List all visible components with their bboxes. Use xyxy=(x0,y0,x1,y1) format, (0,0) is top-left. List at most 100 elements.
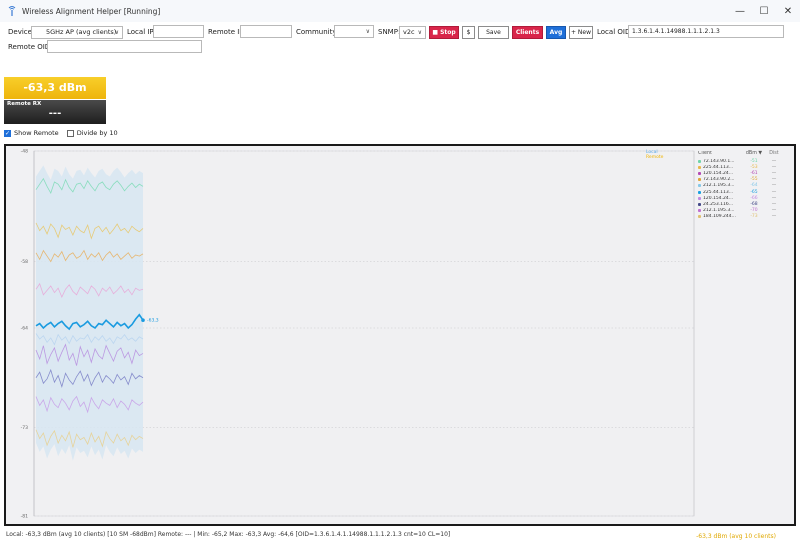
client-dbm: -73 xyxy=(750,214,758,220)
client-row[interactable]: 184.109.244... -73 — xyxy=(698,214,788,220)
divide-by-10-checkbox[interactable] xyxy=(66,129,74,137)
chevron-down-icon: ∨ xyxy=(114,29,119,36)
client-dist: — xyxy=(771,164,777,170)
client-name: 72.143.90.1... xyxy=(698,159,744,164)
client-dist: — xyxy=(771,177,777,183)
client-name: 120.154.24... xyxy=(698,196,744,201)
status-text: Local: -63,3 dBm (avg 10 clients) [10 SM… xyxy=(6,531,451,538)
local-signal-value: -63,3 dBm xyxy=(23,81,87,94)
remote-oid-label: Remote OID: xyxy=(8,43,53,51)
client-row[interactable]: 212.1.195.3... -70 — xyxy=(698,208,788,214)
signal-chart-plot: -48 -58 -64 -73 -81 -63,3 xyxy=(21,149,695,520)
client-address: 225.44.113... xyxy=(703,164,734,170)
client-address: 120.154.24... xyxy=(703,170,734,176)
client-dist: — xyxy=(771,208,777,214)
client-row[interactable]: 212.1.195.3... -64 — xyxy=(698,183,788,189)
community-select[interactable]: ∨ xyxy=(334,25,374,38)
range-envelope xyxy=(36,165,143,461)
client-name: 72.143.90.2... xyxy=(698,177,744,182)
remote-oid-input[interactable] xyxy=(47,40,202,53)
client-dbm: -66 xyxy=(750,195,758,201)
y-tick-label: -64 xyxy=(21,325,28,331)
minimize-button[interactable]: — xyxy=(728,0,752,22)
y-tick-label: -73 xyxy=(21,425,28,431)
client-dist: — xyxy=(771,170,777,176)
show-remote-checkbox[interactable]: ✓ xyxy=(4,129,11,137)
new-button[interactable]: + New xyxy=(569,26,593,39)
save-button[interactable]: Save xyxy=(478,26,509,39)
toolbar: Device: 5GHz AP (avg clients) ∨ Local IP… xyxy=(0,24,800,54)
client-name: 225.44.113... xyxy=(698,165,744,170)
client-address: 184.109.244... xyxy=(703,214,736,220)
client-dist: — xyxy=(771,158,777,164)
client-name: 120.154.24... xyxy=(698,171,744,176)
remote-ip-input[interactable] xyxy=(240,25,292,38)
client-row[interactable]: 24.253.116... -68 — xyxy=(698,201,788,207)
client-address: 24.253.116... xyxy=(703,201,734,207)
client-color-dot xyxy=(698,159,701,163)
avg-button[interactable]: Avg xyxy=(546,26,566,39)
clients-button[interactable]: Clients ◆ xyxy=(512,26,543,47)
window-title: Wireless Alignment Helper [Running] xyxy=(22,6,161,16)
local-oid-input[interactable]: 1.3.6.1.4.1.14988.1.1.1.2.1.3 xyxy=(628,25,784,38)
client-address: 72.143.90.1... xyxy=(703,158,735,164)
client-row[interactable]: 225.44.113... -53 — xyxy=(698,164,788,170)
client-address: 212.1.195.3... xyxy=(703,208,735,214)
local-signal-tile: -63,3 dBm xyxy=(4,77,106,99)
current-value-marker xyxy=(141,318,145,323)
client-address: 120.154.24... xyxy=(703,195,734,201)
remote-signal-value: --- xyxy=(48,108,62,119)
client-name: 212.1.195.3... xyxy=(698,208,744,213)
client-row[interactable]: 120.154.24... -66 — xyxy=(698,195,788,201)
clients-table-header: Client dBm ▼ Dist xyxy=(698,151,788,156)
dbm-column-header[interactable]: dBm ▼ xyxy=(744,151,764,156)
client-row[interactable]: 120.154.24... -61 — xyxy=(698,170,788,176)
client-address: 72.143.90.2... xyxy=(703,177,735,183)
remote-signal-tile: Remote RX --- xyxy=(4,100,106,124)
client-row[interactable]: 225.44.113... -65 — xyxy=(698,189,788,195)
client-row[interactable]: 72.143.90.2... -55 — xyxy=(698,177,788,183)
client-address: 225.44.113... xyxy=(703,189,734,195)
client-dbm: -51 xyxy=(750,158,758,164)
client-color-dot xyxy=(698,184,701,188)
close-button[interactable]: ✕ xyxy=(776,0,800,22)
maximize-button[interactable]: ☐ xyxy=(752,0,776,22)
device-select[interactable]: 5GHz AP (avg clients) ∨ xyxy=(31,26,123,39)
series-key-remote: Remote xyxy=(646,155,664,160)
stop-button[interactable]: ■ Stop xyxy=(429,26,459,39)
snmp-select[interactable]: v2c ∨ xyxy=(399,26,426,39)
client-dbm: -65 xyxy=(750,189,758,195)
status-bar: Local: -63,3 dBm (avg 10 clients) [10 SM… xyxy=(0,528,800,545)
show-remote-label: Show Remote xyxy=(14,129,59,137)
current-value-label: -63,3 xyxy=(147,318,159,324)
client-name: 184.109.244... xyxy=(698,214,744,219)
clients-table: Client dBm ▼ Dist 72.143.90.1... -51—225.… xyxy=(698,151,788,220)
dollar-button[interactable]: $ xyxy=(462,26,475,39)
client-color-dot xyxy=(698,209,701,213)
chevron-down-icon: ∨ xyxy=(365,28,370,35)
client-dbm: -64 xyxy=(750,183,758,189)
client-dist: — xyxy=(771,183,777,189)
options-row: ✓ Show Remote Divide by 10 xyxy=(4,129,126,137)
client-dist: — xyxy=(771,189,777,195)
client-color-dot xyxy=(698,215,701,219)
dist-column-header[interactable]: Dist xyxy=(764,151,784,156)
community-label: Community: xyxy=(296,28,339,36)
local-ip-input[interactable] xyxy=(153,25,204,38)
client-color-dot xyxy=(698,196,701,200)
client-dbm: -68 xyxy=(750,201,758,207)
client-dist: — xyxy=(771,201,777,207)
clients-table-body: 72.143.90.1... -51—225.44.113... -53—120.1… xyxy=(698,158,788,220)
client-color-dot xyxy=(698,202,701,206)
client-address: 212.1.195.3... xyxy=(703,183,735,189)
signal-chart: -48 -58 -64 -73 -81 -63,3 Local Remote Client… xyxy=(4,144,796,526)
remote-signal-title: Remote RX xyxy=(7,101,42,107)
client-name: 24.253.116... xyxy=(698,202,744,207)
antenna-icon xyxy=(6,5,18,17)
divide-by-10-label: Divide by 10 xyxy=(76,129,118,137)
client-row[interactable]: 72.143.90.1... -51 — xyxy=(698,158,788,164)
client-column-header[interactable]: Client xyxy=(698,151,744,156)
client-name: 225.44.113... xyxy=(698,190,744,195)
snmp-label: SNMP: xyxy=(378,28,401,36)
client-dbm: -53 xyxy=(750,164,758,170)
